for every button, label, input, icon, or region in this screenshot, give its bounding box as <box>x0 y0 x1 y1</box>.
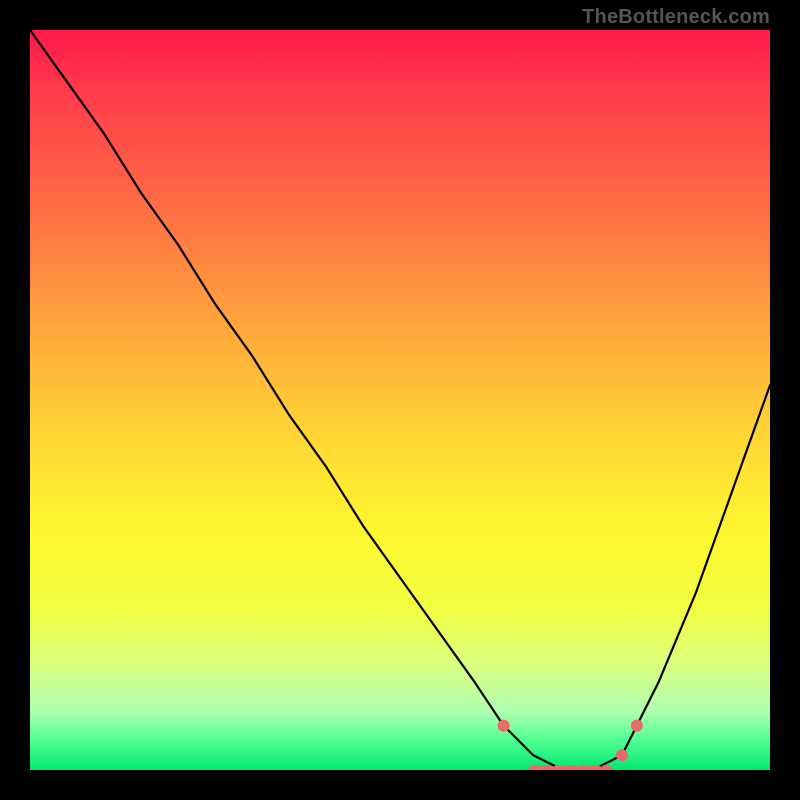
annotation-marker <box>631 720 643 732</box>
attribution-text: TheBottleneck.com <box>582 6 770 29</box>
annotation-marker <box>498 720 510 732</box>
annotation-layer <box>498 720 643 770</box>
annotation-marker <box>616 749 628 761</box>
bottleneck-curve-path <box>30 30 770 770</box>
plot-area <box>30 30 770 770</box>
chart-container: TheBottleneck.com <box>0 0 800 800</box>
curve-svg <box>30 30 770 770</box>
